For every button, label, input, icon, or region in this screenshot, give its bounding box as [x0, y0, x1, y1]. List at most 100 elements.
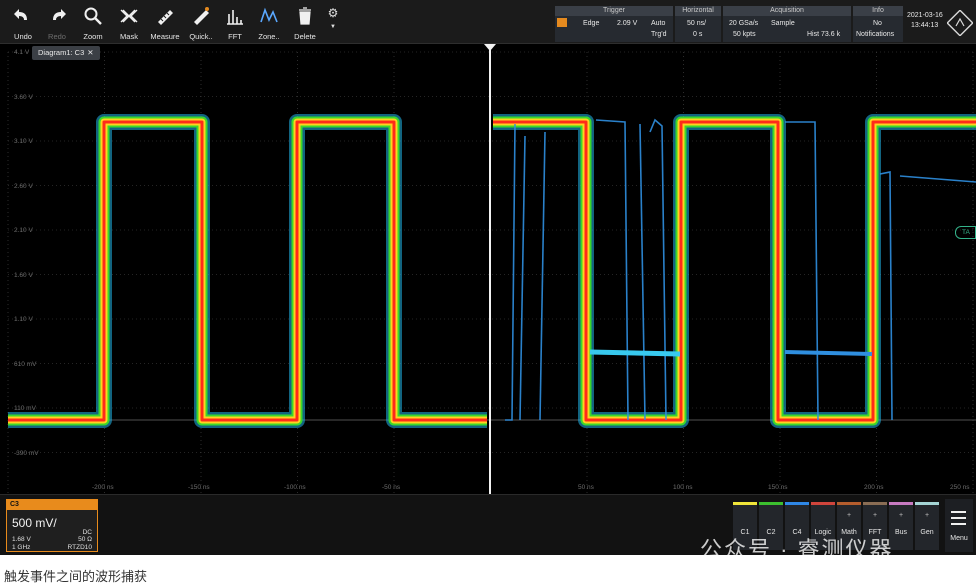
button-color-strip [889, 502, 913, 505]
trigger-type: Edge [583, 20, 600, 27]
info-panel[interactable]: Info No Notifications [853, 6, 903, 42]
x-axis-label: 250 ns [950, 484, 970, 491]
channel-bandwidth: 1 GHz [12, 544, 31, 551]
chevron-down-icon[interactable]: ▼ [326, 24, 340, 30]
toolbar-button-label: Delete [294, 32, 316, 41]
rohde-schwarz-logo-icon [947, 10, 973, 36]
menu-icon [951, 511, 966, 529]
add-icon: + [924, 512, 930, 519]
add-icon: + [872, 512, 878, 519]
redo-button[interactable]: Redo [40, 0, 74, 44]
trigger-state: Trg'd [651, 31, 667, 38]
right-waveform-core [493, 120, 976, 422]
undo-button[interactable]: Undo [6, 0, 40, 44]
redo-icon [53, 9, 66, 20]
zone-trigger-icon [260, 7, 278, 23]
time-scale: 50 ns/ [687, 20, 707, 27]
y-axis-label: 1.60 V [14, 271, 33, 279]
button-color-strip [863, 502, 887, 505]
stray-trace [639, 123, 646, 421]
quick-button[interactable]: Quick.. [184, 0, 218, 44]
info-value: No [873, 20, 882, 27]
x-axis-label: -200 ns [92, 484, 114, 491]
x-axis-label: 150 ns [768, 484, 788, 491]
left-waveform-halo-warm [8, 118, 487, 424]
zoom-button[interactable]: Zoom [76, 0, 110, 44]
acquisition-mode: Sample [771, 20, 795, 27]
gen-button[interactable]: + Gen [915, 502, 939, 550]
measure-button[interactable]: Measure [148, 0, 182, 44]
menu-button[interactable]: Menu [945, 499, 973, 552]
right-waveform-halo-cool [493, 114, 976, 428]
channel-coupling: DC [82, 529, 92, 536]
zoom-split-divider[interactable] [489, 44, 491, 555]
diagram-tab[interactable]: Diagram1: C3 ✕ [32, 46, 100, 60]
settings-icon[interactable]: ⚙ ▼ [326, 6, 340, 40]
channel-name: C3 [7, 500, 97, 510]
waveform-display[interactable] [0, 44, 976, 494]
button-color-strip [785, 502, 809, 505]
channel-c3-signal-icon[interactable]: C3 500 mV/ DC 1.68 V 50 Ω 1 GHz RTZD10 [6, 499, 98, 552]
left-waveform-halo-mid [8, 116, 487, 426]
zone-button[interactable]: Zone.. [252, 0, 286, 44]
stray-trace [879, 171, 893, 421]
info-header: Info [853, 6, 903, 16]
trigger-source-icon [557, 18, 567, 27]
stray-trace [505, 123, 516, 421]
time-display: 13:44:13 [911, 22, 939, 29]
fft-button[interactable]: FFT [218, 0, 252, 44]
channel-scale: 500 mV/ [12, 516, 57, 530]
y-axis-label: 3.60 V [14, 93, 33, 101]
button-color-strip [915, 502, 939, 505]
y-axis-label: -390 mV [14, 449, 39, 457]
button-color-strip [733, 502, 757, 505]
oscilloscope-screen: Undo Redo Zoom Mask Measure Quick.. FFT Zone.. D… [0, 0, 976, 555]
trigger-panel[interactable]: Trigger Edge 2.09 V Auto Trg'd [555, 6, 673, 42]
plateau-trace [589, 349, 681, 357]
undo-icon [14, 9, 27, 20]
y-axis-label: 110 mV [14, 405, 36, 412]
trigger-level: 2.09 V [617, 20, 638, 27]
diagram-tab-label: Diagram1: C3 [38, 48, 85, 57]
trigger-position-marker-icon [484, 44, 496, 51]
fft-icon [227, 10, 243, 25]
delete-button[interactable]: Delete [288, 0, 322, 44]
acquisition-header: Acquisition [723, 6, 851, 16]
x-axis-label: 50 ns [578, 484, 594, 491]
x-axis-label: -100 ns [284, 484, 306, 491]
button-label: Gen [920, 529, 934, 536]
close-icon[interactable]: ✕ [87, 48, 93, 57]
trigger-mode: Auto [651, 20, 666, 27]
horizontal-panel[interactable]: Horizontal 50 ns/ 0 s [675, 6, 721, 42]
channel-offset: 1.68 V [12, 536, 31, 543]
left-waveform-core [8, 120, 487, 422]
y-axis-label: 1.10 V [14, 316, 33, 323]
info-notifications: Notifications [856, 31, 895, 38]
y-axis-label: 2.60 V [14, 182, 33, 190]
zoom-icon [84, 7, 102, 25]
menu-label: Menu [950, 535, 968, 542]
stray-trace [785, 121, 819, 421]
date-display: 2021-03-16 [907, 12, 943, 19]
measure-icon [158, 10, 173, 25]
stray-trace [539, 131, 546, 421]
figure-caption: 触发事件之间的波形捕获 [4, 569, 148, 584]
right-waveform-halo-warm [493, 118, 976, 424]
channel-impedance: 50 Ω [78, 536, 92, 543]
watermark-text: 公众号 · 睿测仪器 [700, 537, 894, 562]
right-waveform-halo-mid [493, 116, 976, 426]
x-axis-label: -150 ns [188, 484, 210, 491]
horizontal-position: 0 s [693, 31, 703, 38]
y-axis-label: 4.1 V [14, 49, 30, 56]
mask-button[interactable]: Mask [112, 0, 146, 44]
left-waveform-halo-cool [8, 114, 487, 428]
trigger-arrow-marker[interactable]: TA [955, 226, 976, 239]
horizontal-header: Horizontal [675, 6, 721, 16]
button-color-strip [759, 502, 783, 505]
sample-rate: 20 GSa/s [729, 20, 759, 27]
acquisition-panel[interactable]: Acquisition 20 GSa/s 50 kpts Sample Hist… [723, 6, 851, 42]
channel-probe: RTZD10 [67, 544, 92, 551]
button-color-strip [811, 502, 835, 505]
stray-trace [519, 135, 526, 421]
add-icon: + [898, 512, 904, 519]
